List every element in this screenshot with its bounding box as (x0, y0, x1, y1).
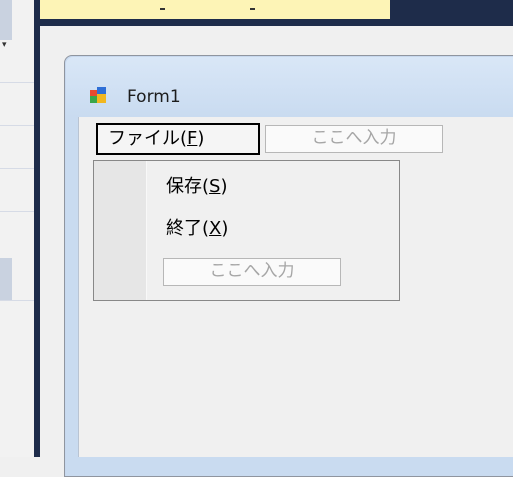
type-here-menu-placeholder[interactable]: ここへ入力 (265, 125, 443, 153)
panel-edge (0, 0, 12, 40)
menu-item-close: ) (220, 176, 228, 197)
menu-file-label: ファイル( (108, 128, 188, 149)
form-titlebar[interactable]: Form1 (66, 57, 513, 119)
document-tab-strip (40, 0, 513, 26)
menu-file-close: ) (197, 128, 205, 149)
form-title: Form1 (127, 87, 181, 107)
divider (0, 125, 34, 126)
menu-item-mnemonic: S (209, 176, 221, 197)
menu-image-margin (94, 161, 147, 300)
divider (0, 300, 34, 301)
menu-item-label: 終了( (166, 218, 210, 239)
menu-item-label: 保存( (166, 176, 210, 197)
winform-app-icon (90, 87, 106, 103)
chevron-down-icon[interactable]: ▾ (2, 40, 7, 50)
left-tool-panel: ▾ (0, 0, 34, 457)
menu-item-close: ) (221, 218, 229, 239)
tab-text-fragment (160, 8, 165, 10)
tab-text-fragment (250, 8, 255, 10)
menu-file-mnemonic: F (187, 128, 198, 149)
divider (0, 211, 34, 212)
menu-item-save[interactable]: 保存(S) (166, 176, 228, 198)
menu-item-mnemonic: X (209, 218, 222, 239)
type-here-item-placeholder[interactable]: ここへ入力 (163, 258, 341, 286)
divider (0, 82, 34, 83)
menu-file[interactable]: ファイル(F) (96, 123, 260, 155)
active-tab[interactable] (40, 0, 390, 19)
selected-item-marker (0, 258, 12, 300)
divider (0, 168, 34, 169)
menu-item-exit[interactable]: 終了(X) (166, 218, 228, 240)
